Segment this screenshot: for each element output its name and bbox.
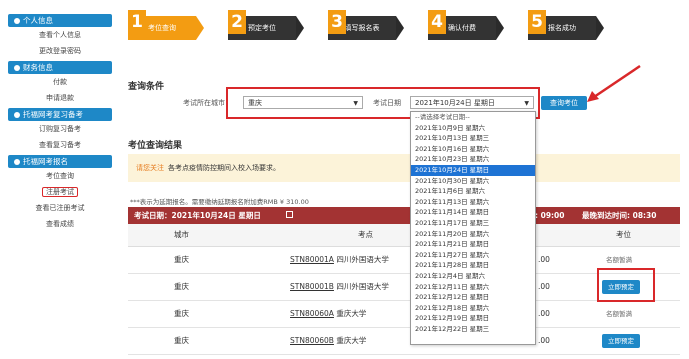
- exam-date-bar: 考试日期：2021年10月24日 星期日 : 09:00 最晚到达时间: 08:…: [128, 207, 680, 224]
- date-option[interactable]: 2021年11月27日 星期六: [411, 250, 535, 261]
- table-header: 城市 考点 考位: [128, 224, 680, 247]
- test-center-link[interactable]: STN80001A: [290, 255, 334, 264]
- date-option[interactable]: 2021年11月28日 星期日: [411, 260, 535, 271]
- date-option[interactable]: 2021年11月21日 星期日: [411, 239, 535, 250]
- date-option[interactable]: 2021年12月11日 星期六: [411, 282, 535, 293]
- seat-status: 名额暂满: [606, 310, 632, 318]
- date-option[interactable]: 2021年10月23日 星期六: [411, 154, 535, 165]
- date-dropdown-list[interactable]: --请选择考试日期-- 2021年10月9日 星期六 2021年10月13日 星期三…: [410, 111, 536, 345]
- date-option[interactable]: 2021年11月20日 星期六: [411, 229, 535, 240]
- date-option[interactable]: 2021年10月16日 星期六: [411, 144, 535, 155]
- table-row: 重庆 STN80060A 重庆大学 .00 名额暂满: [128, 301, 680, 328]
- date-option[interactable]: 2021年12月4日 星期六: [411, 271, 535, 282]
- date-option[interactable]: 2021年12月18日 星期六: [411, 303, 535, 314]
- table-row: 重庆 STN80060B 重庆大学 .00 立即预定: [128, 328, 680, 355]
- results-title: 考位查询结果: [128, 141, 183, 151]
- date-option[interactable]: 2021年10月9日 星期六: [411, 123, 535, 134]
- late-fee-note: ***表示为延期报名。需要缴纳延期报名附加费RMB ¥ 310.00: [130, 198, 309, 206]
- book-highlight-box: [597, 268, 655, 302]
- date-option[interactable]: 2021年12月12日 星期日: [411, 292, 535, 303]
- date-option[interactable]: 2021年12月22日 星期三: [411, 324, 535, 335]
- date-option[interactable]: 2021年10月13日 星期三: [411, 133, 535, 144]
- alert-prefix: 请您关注: [136, 164, 164, 172]
- date-option[interactable]: 2021年10月24日 星期日: [411, 164, 535, 176]
- date-option[interactable]: 2021年10月30日 星期六: [411, 176, 535, 187]
- test-center-link[interactable]: STN80001B: [290, 282, 334, 291]
- notice-banner: 请您关注 各考点疫情防控期间入校入场要求。: [128, 154, 680, 182]
- test-center-link[interactable]: STN80060A: [290, 309, 334, 318]
- alert-text: 各考点疫情防控期间入校入场要求。: [168, 164, 280, 172]
- test-center-link[interactable]: STN80060B: [290, 336, 334, 345]
- date-option[interactable]: --请选择考试日期--: [411, 112, 535, 123]
- calendar-icon: [286, 211, 293, 218]
- book-now-button[interactable]: 立即预定: [602, 334, 640, 348]
- date-option[interactable]: 2021年11月14日 星期日: [411, 207, 535, 218]
- date-option[interactable]: 2021年11月17日 星期三: [411, 218, 535, 229]
- date-option[interactable]: 2021年11月13日 星期六: [411, 197, 535, 208]
- date-option[interactable]: 2021年11月6日 星期六: [411, 186, 535, 197]
- date-option[interactable]: 2021年12月19日 星期日: [411, 313, 535, 324]
